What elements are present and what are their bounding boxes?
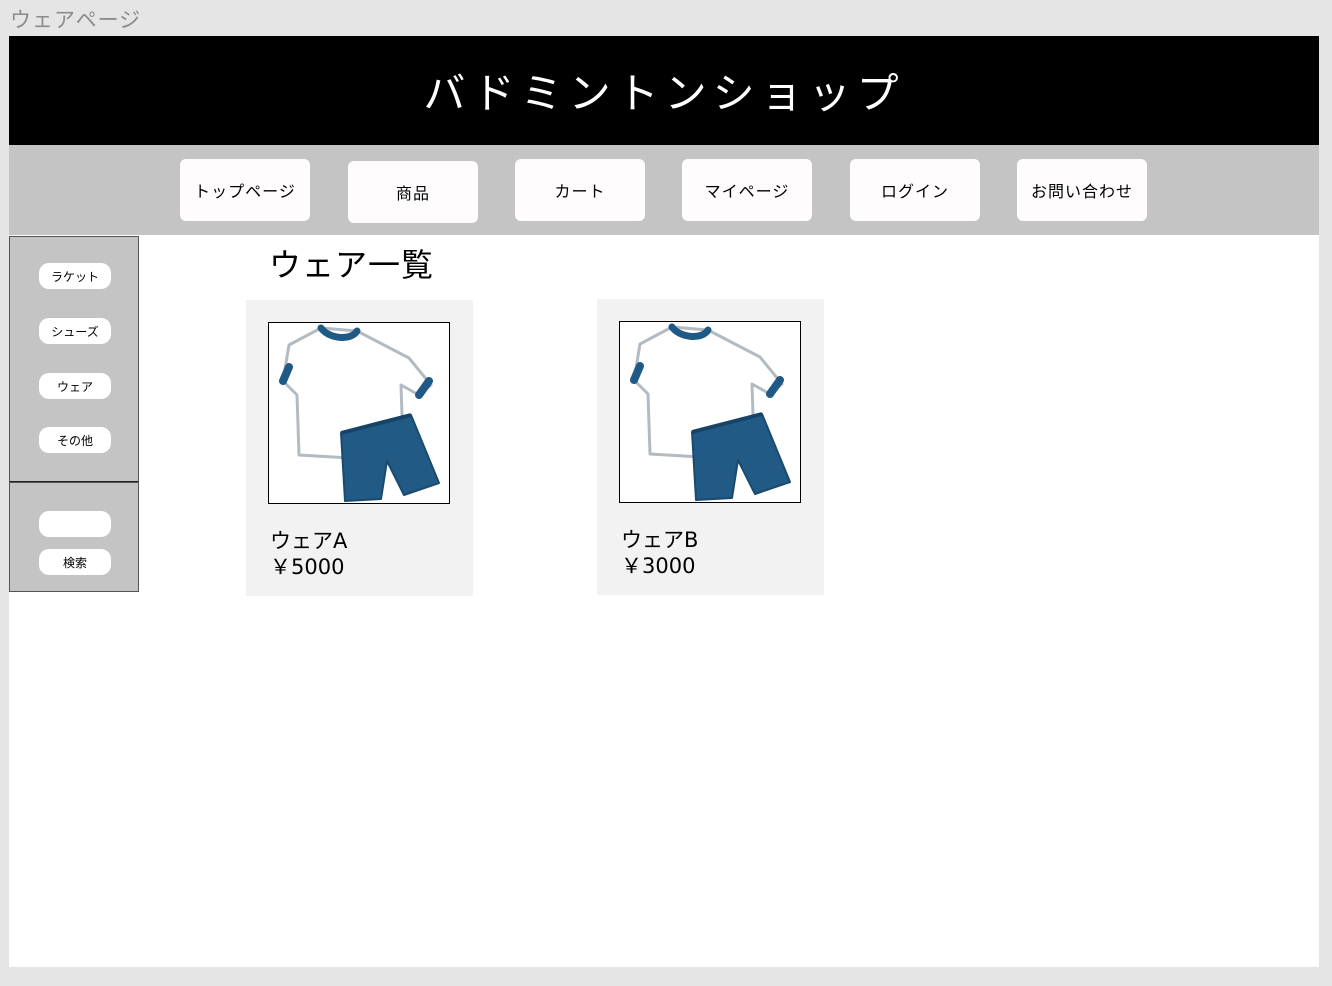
product-card[interactable]: ウェアB ￥3000 [597, 299, 824, 595]
nav-top-page-button[interactable]: トップページ [180, 159, 310, 221]
category-shoes-button[interactable]: シューズ [39, 318, 111, 344]
category-sidebar: ラケット シューズ ウェア その他 [9, 236, 139, 483]
search-button[interactable]: 検索 [39, 549, 111, 575]
product-price: ￥5000 [270, 555, 345, 579]
category-racket-button[interactable]: ラケット [39, 263, 111, 289]
product-image [268, 322, 450, 504]
product-card[interactable]: ウェアA ￥5000 [246, 300, 473, 596]
nav-products-button[interactable]: 商品 [348, 161, 478, 223]
site-title: バドミントンショップ [423, 69, 905, 118]
nav-contact-button[interactable]: お問い合わせ [1017, 159, 1147, 221]
category-wear-button[interactable]: ウェア [39, 373, 111, 399]
wear-set-icon [630, 323, 791, 501]
nav-login-button[interactable]: ログイン [850, 159, 980, 221]
nav-cart-button[interactable]: カート [515, 159, 645, 221]
global-nav: トップページ 商品 カート マイページ ログイン お問い合わせ [9, 145, 1319, 235]
nav-mypage-button[interactable]: マイページ [682, 159, 812, 221]
site-header: バドミントンショップ [9, 36, 1319, 145]
page-artboard: バドミントンショップ トップページ 商品 カート マイページ ログイン お問い合… [9, 36, 1319, 967]
page-title: ウェア一覧 [269, 246, 435, 284]
wear-set-icon [279, 324, 440, 502]
frame-label: ウェアページ [10, 8, 142, 32]
search-panel: 検索 [9, 482, 139, 592]
category-other-button[interactable]: その他 [39, 427, 111, 453]
product-price: ￥3000 [621, 554, 696, 578]
product-image [619, 321, 801, 503]
search-input[interactable] [39, 511, 111, 537]
